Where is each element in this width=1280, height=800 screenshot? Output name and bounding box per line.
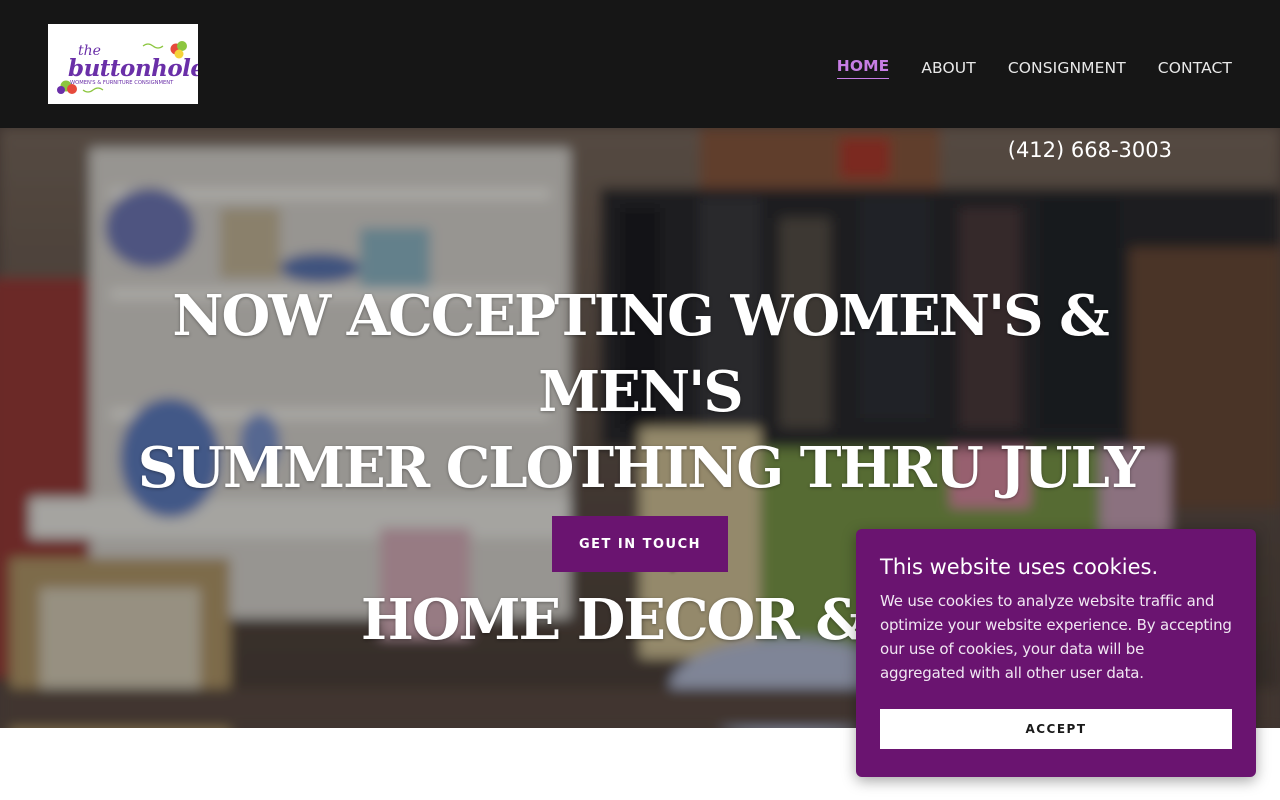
nav-home[interactable]: HOME [836,57,890,79]
site-logo[interactable]: the buttonhole WOMEN'S & FURNITURE CONSI… [48,24,198,104]
main-nav: HOME ABOUT CONSIGNMENT CONTACT [836,56,1232,80]
buttonhole-logo-graphic: the buttonhole WOMEN'S & FURNITURE CONSI… [57,41,198,94]
cookie-title: This website uses cookies. [880,555,1159,579]
accept-cookies-button[interactable]: ACCEPT [880,709,1232,749]
nav-consignment[interactable]: CONSIGNMENT [1008,59,1126,77]
headline-line: NOW ACCEPTING WOMEN'S & MEN'S [172,283,1109,425]
cookie-message: We use cookies to analyze website traffi… [880,592,1232,682]
nav-contact[interactable]: CONTACT [1158,59,1232,77]
cookie-banner: This website uses cookies. We use cookie… [856,529,1256,777]
site-header: the buttonhole WOMEN'S & FURNITURE CONSI… [0,0,1280,128]
get-in-touch-button[interactable]: GET IN TOUCH [552,516,728,572]
logo-tagline: WOMEN'S & FURNITURE CONSIGNMENT [70,80,174,86]
nav-about[interactable]: ABOUT [921,59,975,77]
phone-number[interactable]: (412) 668-3003 [1008,138,1172,162]
logo-text-main: buttonhole [68,55,198,82]
